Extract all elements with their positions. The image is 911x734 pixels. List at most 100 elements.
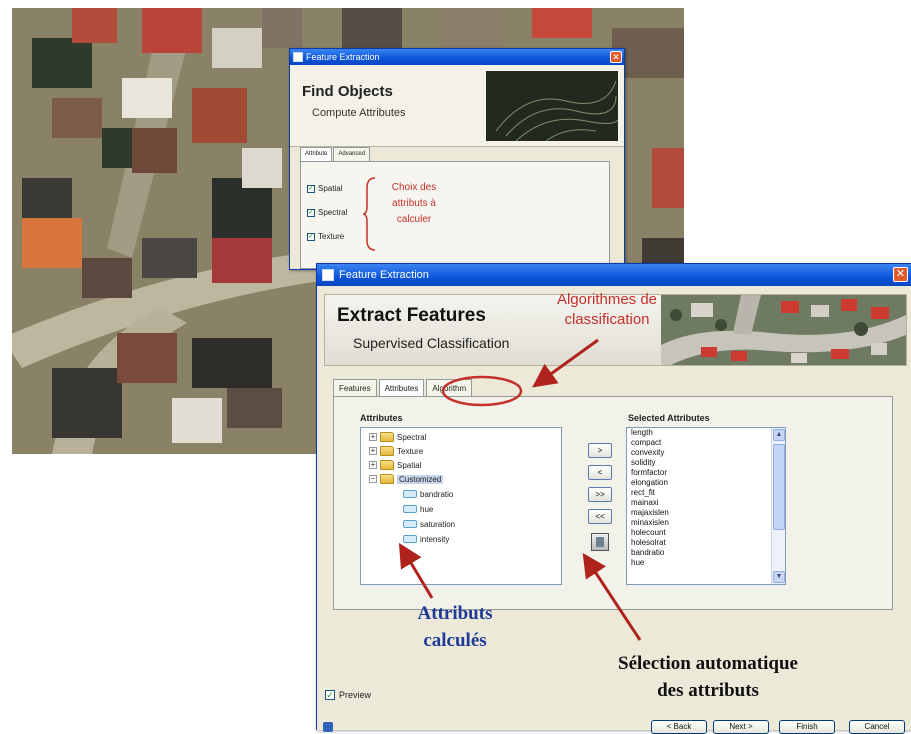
add-all-button[interactable]: >> bbox=[588, 487, 612, 502]
texture-label: Texture bbox=[318, 232, 345, 241]
selected-attributes-list[interactable]: length compact convexity solidity formfactor… bbox=[626, 427, 786, 585]
annotation-line: classification bbox=[564, 311, 650, 328]
tree-node-customized[interactable]: − Customized bbox=[369, 472, 444, 486]
selected-attribute-item[interactable]: majaxislen bbox=[627, 508, 785, 518]
app-icon bbox=[322, 269, 334, 281]
selected-attributes-label: Selected Attributes bbox=[628, 413, 710, 423]
selected-attribute-item[interactable]: holecount bbox=[627, 528, 785, 538]
selected-attribute-item[interactable]: solidity bbox=[627, 458, 785, 468]
find-objects-window: Feature Extraction ✕ Find Objects Comput… bbox=[289, 48, 625, 270]
window-title: Feature Extraction bbox=[339, 269, 429, 281]
tree-node-label: Spectral bbox=[397, 432, 427, 442]
tree-node-label: Spatial bbox=[397, 460, 422, 470]
preview-checkbox[interactable]: ✓ bbox=[325, 690, 335, 700]
find-objects-titlebar[interactable]: Feature Extraction ✕ bbox=[290, 49, 624, 65]
banner-title: Find Objects bbox=[302, 83, 393, 100]
banner-image bbox=[486, 71, 618, 141]
scroll-thumb[interactable] bbox=[773, 444, 785, 530]
attributes-group-label: Attributes bbox=[360, 413, 403, 423]
tab-attribute[interactable]: Attribute bbox=[300, 147, 333, 161]
annotation-computed-attributes: Attributs calculés bbox=[380, 600, 530, 654]
tree-leaf-hue[interactable]: hue bbox=[403, 502, 433, 516]
selected-attribute-item[interactable]: elongation bbox=[627, 478, 785, 488]
selected-attribute-item[interactable]: holesolrat bbox=[627, 538, 785, 548]
tree-leaf-label: intensity bbox=[420, 534, 450, 544]
tab-algorithm[interactable]: Algorithm bbox=[426, 379, 473, 397]
remove-selected-button[interactable]: < bbox=[588, 465, 612, 480]
note-line: calculer bbox=[396, 214, 432, 225]
tree-leaf-intensity[interactable]: intensity bbox=[403, 532, 449, 546]
auto-select-attributes-button[interactable] bbox=[591, 533, 609, 551]
annotation-line: Sélection automatique bbox=[618, 653, 798, 674]
selected-attribute-item[interactable]: convexity bbox=[627, 448, 785, 458]
expand-icon[interactable]: + bbox=[369, 433, 377, 441]
texture-checkbox-row[interactable]: ✓ Texture bbox=[307, 232, 344, 241]
annotation-line: des attributs bbox=[657, 680, 759, 701]
spectral-checkbox[interactable]: ✓ bbox=[307, 208, 315, 217]
scroll-up-icon[interactable]: ▲ bbox=[773, 429, 785, 441]
finish-button[interactable]: Finish bbox=[779, 720, 835, 734]
remove-all-button[interactable]: << bbox=[588, 509, 612, 524]
spatial-checkbox[interactable]: ✓ bbox=[307, 184, 315, 193]
next-button[interactable]: Next > bbox=[713, 720, 769, 734]
tree-leaf-bandratio[interactable]: bandratio bbox=[403, 487, 453, 501]
tree-node-label: Texture bbox=[397, 446, 424, 456]
folder-icon bbox=[380, 474, 394, 484]
find-objects-tabs: Attribute Advanced bbox=[300, 147, 371, 161]
window-title: Feature Extraction bbox=[306, 52, 380, 62]
spatial-label: Spatial bbox=[318, 184, 343, 193]
annotation-line: Algorithmes de bbox=[556, 291, 658, 308]
spatial-checkbox-row[interactable]: ✓ Spatial bbox=[307, 184, 342, 193]
add-selected-button[interactable]: > bbox=[588, 443, 612, 458]
banner-title: Extract Features bbox=[337, 305, 486, 326]
cancel-button[interactable]: Cancel bbox=[849, 720, 905, 734]
preview-label: Preview bbox=[339, 690, 372, 700]
attribute-icon bbox=[403, 490, 417, 498]
tree-node-texture[interactable]: + Texture bbox=[369, 444, 423, 458]
tree-leaf-saturation[interactable]: saturation bbox=[403, 517, 455, 531]
spectral-checkbox-row[interactable]: ✓ Spectral bbox=[307, 208, 347, 217]
help-icon[interactable] bbox=[323, 722, 333, 732]
find-objects-panel: ✓ Spatial ✓ Spectral ✓ Texture Choix des… bbox=[300, 161, 610, 269]
selected-attribute-item[interactable]: length bbox=[627, 428, 785, 438]
attribute-icon bbox=[403, 505, 417, 513]
tree-leaf-label: bandratio bbox=[420, 489, 454, 499]
expand-icon[interactable]: + bbox=[369, 461, 377, 469]
attribute-icon bbox=[403, 535, 417, 543]
vertical-scrollbar[interactable]: ▲ ▼ bbox=[771, 428, 785, 584]
app-icon bbox=[293, 52, 303, 62]
scroll-down-icon[interactable]: ▼ bbox=[773, 571, 785, 583]
attributes-tree[interactable]: + Spectral + Texture + Spatial − Customi… bbox=[360, 427, 562, 585]
annotation-line: calculés bbox=[423, 630, 487, 651]
annotation-classification-algorithms: Algorithmes de classification bbox=[522, 290, 692, 330]
selected-items-container: length compact convexity solidity formfactor… bbox=[627, 428, 785, 568]
folder-icon bbox=[380, 460, 394, 470]
close-button[interactable]: ✕ bbox=[893, 267, 908, 282]
back-button[interactable]: < Back bbox=[651, 720, 707, 734]
folder-icon bbox=[380, 432, 394, 442]
extract-features-titlebar[interactable]: Feature Extraction ✕ bbox=[317, 264, 911, 286]
close-button[interactable]: ✕ bbox=[610, 51, 622, 63]
tab-attributes[interactable]: Attributes bbox=[378, 379, 425, 397]
selected-attribute-item[interactable]: rect_fit bbox=[627, 488, 785, 498]
preview-row[interactable]: ✓ Preview bbox=[325, 690, 371, 700]
expand-icon[interactable]: + bbox=[369, 447, 377, 455]
tree-node-spectral[interactable]: + Spectral bbox=[369, 430, 426, 444]
tab-features[interactable]: Features bbox=[333, 379, 377, 397]
tree-node-spatial[interactable]: + Spatial bbox=[369, 458, 421, 472]
selected-attribute-item[interactable]: compact bbox=[627, 438, 785, 448]
attributes-panel: Attributes Selected Attributes + Spectra… bbox=[333, 396, 893, 610]
selected-attribute-item[interactable]: hue bbox=[627, 558, 785, 568]
annotation-auto-selection: Sélection automatique des attributs bbox=[548, 650, 868, 704]
annotation-line: Attributs bbox=[417, 603, 493, 624]
selected-attribute-item[interactable]: mainaxi bbox=[627, 498, 785, 508]
texture-checkbox[interactable]: ✓ bbox=[307, 232, 315, 241]
note-line: Choix des bbox=[391, 182, 437, 193]
tree-leaf-label: saturation bbox=[420, 519, 456, 529]
selected-attribute-item[interactable]: formfactor bbox=[627, 468, 785, 478]
extract-features-tabs: Features Attributes Algorithm bbox=[333, 379, 473, 397]
tab-advanced[interactable]: Advanced bbox=[333, 147, 371, 161]
selected-attribute-item[interactable]: minaxislen bbox=[627, 518, 785, 528]
collapse-icon[interactable]: − bbox=[369, 475, 377, 483]
selected-attribute-item[interactable]: bandratio bbox=[627, 548, 785, 558]
